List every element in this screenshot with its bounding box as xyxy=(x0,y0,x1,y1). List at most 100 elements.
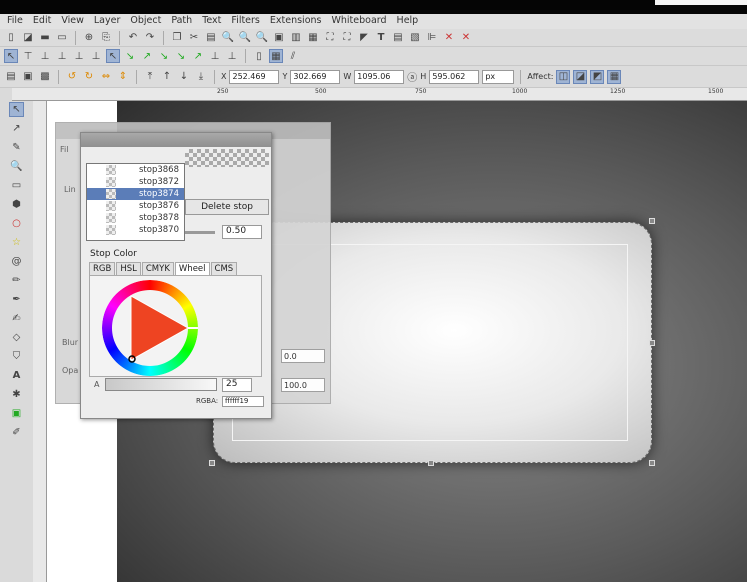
spiral-tool-icon[interactable]: @ xyxy=(9,254,24,269)
align-icon[interactable]: ⊫ xyxy=(425,31,439,45)
menu-file[interactable]: File xyxy=(2,14,28,29)
menu-text[interactable]: Text xyxy=(197,14,226,29)
opacity-input[interactable]: 100.0 xyxy=(281,378,325,392)
copy-icon[interactable]: ❐ xyxy=(170,31,184,45)
tab-rgb[interactable]: RGB xyxy=(89,262,116,275)
connector-tool-icon[interactable]: ▣ xyxy=(9,406,24,421)
raise-top-icon[interactable]: ⤒ xyxy=(143,70,157,84)
paste-icon[interactable]: ▤ xyxy=(204,31,218,45)
calligraphy-tool-icon[interactable]: ✍ xyxy=(9,311,24,326)
zoom-tool-icon[interactable]: 🔍 xyxy=(9,159,24,174)
lower-icon[interactable]: ↓ xyxy=(177,70,191,84)
pen-tool-icon[interactable]: ✒ xyxy=(9,292,24,307)
w-input[interactable]: 1095.06 xyxy=(354,69,405,84)
snap-path-icon[interactable]: ↘ xyxy=(123,49,137,63)
menu-view[interactable]: View xyxy=(56,14,89,29)
color-wheel[interactable] xyxy=(95,278,205,378)
node-tool-icon[interactable]: ↗ xyxy=(9,121,24,136)
rotate-cw-icon[interactable]: ↻ xyxy=(82,70,96,84)
open-icon[interactable]: ◪ xyxy=(21,31,35,45)
y-input[interactable]: 302.669 xyxy=(290,69,341,84)
snap-page-icon[interactable]: ▯ xyxy=(252,49,266,63)
layers-icon[interactable]: ▤ xyxy=(391,31,405,45)
blur-input[interactable]: 0.0 xyxy=(281,349,325,363)
offset-slider[interactable] xyxy=(185,231,215,234)
tab-cms[interactable]: CMS xyxy=(210,262,238,275)
list-item[interactable]: stop3872 xyxy=(87,176,184,188)
menu-edit[interactable]: Edit xyxy=(28,14,56,29)
document-properties-icon[interactable]: ✕ xyxy=(459,31,473,45)
group-icon[interactable]: ⛶ xyxy=(323,31,337,45)
list-item[interactable]: stop3878 xyxy=(87,212,184,224)
lock-icon[interactable]: ⓐ xyxy=(407,70,417,84)
ungroup-icon[interactable]: ⛶ xyxy=(340,31,354,45)
x-input[interactable]: 252.469 xyxy=(229,69,280,84)
snap-midpoint-icon[interactable]: ⊥ xyxy=(72,49,86,63)
scale-handle[interactable] xyxy=(649,218,655,224)
menu-whiteboard[interactable]: Whiteboard xyxy=(326,14,391,29)
text-tool-icon[interactable]: A xyxy=(9,368,24,383)
selector-tool-icon[interactable]: ↖ xyxy=(9,102,24,117)
snap-edge-icon[interactable]: ⊥ xyxy=(38,49,52,63)
zoom-drawing-icon[interactable]: 🔍 xyxy=(238,31,252,45)
snap-object-mid-icon[interactable]: ⊥ xyxy=(208,49,222,63)
rgba-input[interactable]: ffffff19 xyxy=(222,396,264,407)
pencil-tool-icon[interactable]: ✏ xyxy=(9,273,24,288)
flip-horizontal-icon[interactable]: ⇔ xyxy=(99,70,113,84)
zoom-selection-icon[interactable]: 🔍 xyxy=(221,31,235,45)
snap-bbox-icon[interactable]: ⊤ xyxy=(21,49,35,63)
new-document-icon[interactable]: ▯ xyxy=(4,31,18,45)
snap-corner-icon[interactable]: ⊥ xyxy=(55,49,69,63)
snap-smooth-icon[interactable]: ↘ xyxy=(174,49,188,63)
snap-line-mid-icon[interactable]: ↗ xyxy=(191,49,205,63)
offset-input[interactable]: 0.50 xyxy=(222,225,262,239)
list-item[interactable]: stop3876 xyxy=(87,200,184,212)
menu-object[interactable]: Object xyxy=(125,14,166,29)
snap-cusp-icon[interactable]: ↘ xyxy=(157,49,171,63)
tweak-tool-icon[interactable]: ✎ xyxy=(9,140,24,155)
text-font-icon[interactable]: T xyxy=(374,31,388,45)
select-all-icon[interactable]: ▤ xyxy=(4,70,18,84)
stop-list[interactable]: stop3868 stop3872 stop3874 stop3876 stop… xyxy=(86,163,185,241)
list-item[interactable]: stop3868 xyxy=(87,164,184,176)
tab-wheel[interactable]: Wheel xyxy=(174,262,210,275)
tab-hsl[interactable]: HSL xyxy=(116,262,141,275)
affect-pattern-icon[interactable]: ▦ xyxy=(607,69,622,84)
redo-icon[interactable]: ↷ xyxy=(143,31,157,45)
xml-editor-icon[interactable]: ▧ xyxy=(408,31,422,45)
select-all-layers-icon[interactable]: ▣ xyxy=(21,70,35,84)
tab-cmyk[interactable]: CMYK xyxy=(141,262,174,275)
gradient-editor-titlebar[interactable] xyxy=(81,133,271,147)
undo-icon[interactable]: ↶ xyxy=(126,31,140,45)
duplicate-icon[interactable]: ▣ xyxy=(272,31,286,45)
star-tool-icon[interactable]: ☆ xyxy=(9,235,24,250)
export-icon[interactable]: ⎘ xyxy=(99,31,113,45)
alpha-slider[interactable] xyxy=(105,378,217,391)
list-item-selected[interactable]: stop3874 xyxy=(87,188,184,200)
snap-guide-icon[interactable]: ⫽ xyxy=(286,49,300,63)
rect-tool-icon[interactable]: ▭ xyxy=(9,178,24,193)
list-item[interactable]: stop3870 xyxy=(87,224,184,236)
menu-filters[interactable]: Filters xyxy=(226,14,264,29)
menu-extensions[interactable]: Extensions xyxy=(265,14,327,29)
unit-select[interactable]: px xyxy=(482,69,515,84)
snap-center-icon[interactable]: ⊥ xyxy=(89,49,103,63)
menu-path[interactable]: Path xyxy=(166,14,197,29)
deselect-icon[interactable]: ▩ xyxy=(38,70,52,84)
spray-tool-icon[interactable]: ✱ xyxy=(9,387,24,402)
preferences-icon[interactable]: ✕ xyxy=(442,31,456,45)
snap-enable-icon[interactable]: ↖ xyxy=(4,49,18,63)
dropper-tool-icon[interactable]: ✐ xyxy=(9,425,24,440)
3dbox-tool-icon[interactable]: ⬢ xyxy=(9,197,24,212)
lower-bottom-icon[interactable]: ⤓ xyxy=(194,70,208,84)
scale-handle[interactable] xyxy=(209,460,215,466)
affect-stroke-icon[interactable]: ◫ xyxy=(556,69,571,84)
snap-nodes-icon[interactable]: ↖ xyxy=(106,49,120,63)
h-input[interactable]: 595.062 xyxy=(429,69,480,84)
paint-bucket-tool-icon[interactable]: ⛉ xyxy=(9,349,24,364)
delete-stop-button[interactable]: Delete stop xyxy=(185,199,269,215)
affect-corners-icon[interactable]: ◪ xyxy=(573,69,588,84)
flip-vertical-icon[interactable]: ⇕ xyxy=(116,70,130,84)
cut-icon[interactable]: ✂ xyxy=(187,31,201,45)
scale-handle[interactable] xyxy=(428,460,434,466)
